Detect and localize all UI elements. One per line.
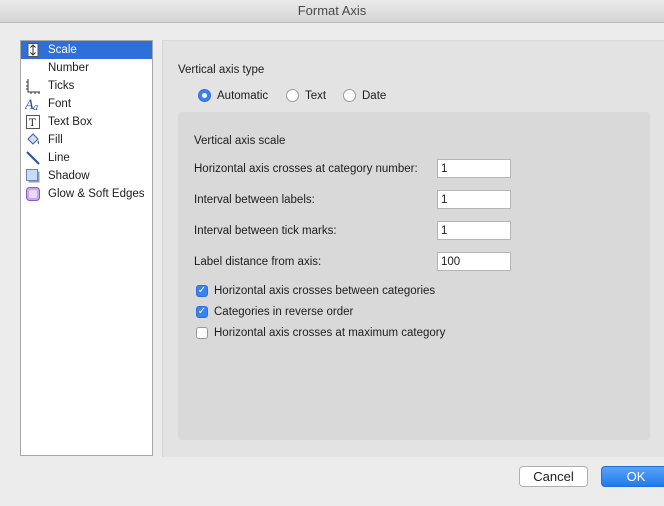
sidebar-item-label: Font — [48, 98, 72, 110]
checkbox-label: Horizontal axis crosses at maximum categ… — [214, 327, 446, 339]
blank-icon — [25, 60, 41, 76]
sidebar-item-shadow[interactable]: Shadow — [21, 167, 152, 185]
fill-bucket-icon — [25, 132, 41, 148]
scale-icon — [25, 42, 41, 58]
sidebar-item-label: Shadow — [48, 170, 90, 182]
sidebar-item-line[interactable]: Line — [21, 149, 152, 167]
checkbox[interactable]: ✓ — [196, 306, 208, 318]
sidebar-item-label: Scale — [48, 44, 77, 56]
line-icon — [25, 150, 41, 166]
radio-label: Automatic — [217, 89, 269, 102]
checkbox-label: Horizontal axis crosses between categori… — [214, 285, 436, 297]
svg-text:T: T — [29, 118, 36, 129]
cancel-button[interactable]: Cancel — [519, 466, 588, 487]
sidebar-item-number[interactable]: Number — [21, 59, 152, 77]
checkbox[interactable] — [196, 327, 208, 339]
radio-text[interactable]: Text — [286, 89, 326, 102]
radio-button[interactable] — [198, 89, 211, 102]
crosses-between-categories-option[interactable]: ✓ Horizontal axis crosses between catego… — [196, 285, 435, 297]
sidebar-item-label: Glow & Soft Edges — [48, 188, 145, 200]
sidebar-item-fill[interactable]: Fill — [21, 131, 152, 149]
interval-ticks-label: Interval between tick marks: — [194, 225, 337, 237]
ok-button[interactable]: OK — [601, 466, 664, 487]
sidebar-item-ticks[interactable]: Ticks — [21, 77, 152, 95]
window-title: Format Axis — [0, 0, 664, 23]
shadow-icon — [25, 168, 41, 184]
sidebar-item-scale[interactable]: Scale — [21, 41, 152, 59]
crosses-at-max-category-option[interactable]: Horizontal axis crosses at maximum categ… — [196, 327, 445, 339]
scale-group-box — [178, 112, 650, 440]
reverse-order-option[interactable]: ✓ Categories in reverse order — [196, 306, 353, 318]
crosses-at-category-input[interactable] — [437, 159, 511, 178]
checkbox[interactable]: ✓ — [196, 285, 208, 297]
glow-icon — [25, 186, 41, 202]
label-distance-input[interactable] — [437, 252, 511, 271]
radio-button[interactable] — [286, 89, 299, 102]
font-icon: Aa — [25, 96, 41, 112]
sidebar-item-text-box[interactable]: T Text Box — [21, 113, 152, 131]
axis-type-label: Vertical axis type — [178, 64, 265, 76]
sidebar-item-label: Ticks — [48, 80, 75, 92]
scale-section-title: Vertical axis scale — [194, 135, 286, 147]
sidebar-item-label: Text Box — [48, 116, 93, 128]
category-sidebar: Scale Number Ticks Aa Font T Text Box Fi… — [20, 40, 153, 456]
interval-labels-label: Interval between labels: — [194, 194, 315, 206]
text-box-icon: T — [25, 114, 41, 130]
interval-ticks-input[interactable] — [437, 221, 511, 240]
radio-button[interactable] — [343, 89, 356, 102]
svg-text:a: a — [33, 103, 38, 112]
sidebar-item-font[interactable]: Aa Font — [21, 95, 152, 113]
sidebar-item-label: Number — [48, 62, 89, 74]
label-distance-label: Label distance from axis: — [194, 256, 322, 268]
ticks-icon — [25, 78, 41, 94]
radio-label: Text — [305, 89, 327, 102]
interval-labels-input[interactable] — [437, 190, 511, 209]
radio-automatic[interactable]: Automatic — [198, 89, 268, 102]
crosses-at-category-label: Horizontal axis crosses at category numb… — [194, 163, 418, 175]
radio-date[interactable]: Date — [343, 89, 386, 102]
sidebar-item-glow[interactable]: Glow & Soft Edges — [21, 185, 152, 203]
sidebar-item-label: Line — [48, 152, 70, 164]
checkbox-label: Categories in reverse order — [214, 306, 354, 318]
sidebar-item-label: Fill — [48, 134, 63, 146]
radio-label: Date — [362, 89, 387, 102]
